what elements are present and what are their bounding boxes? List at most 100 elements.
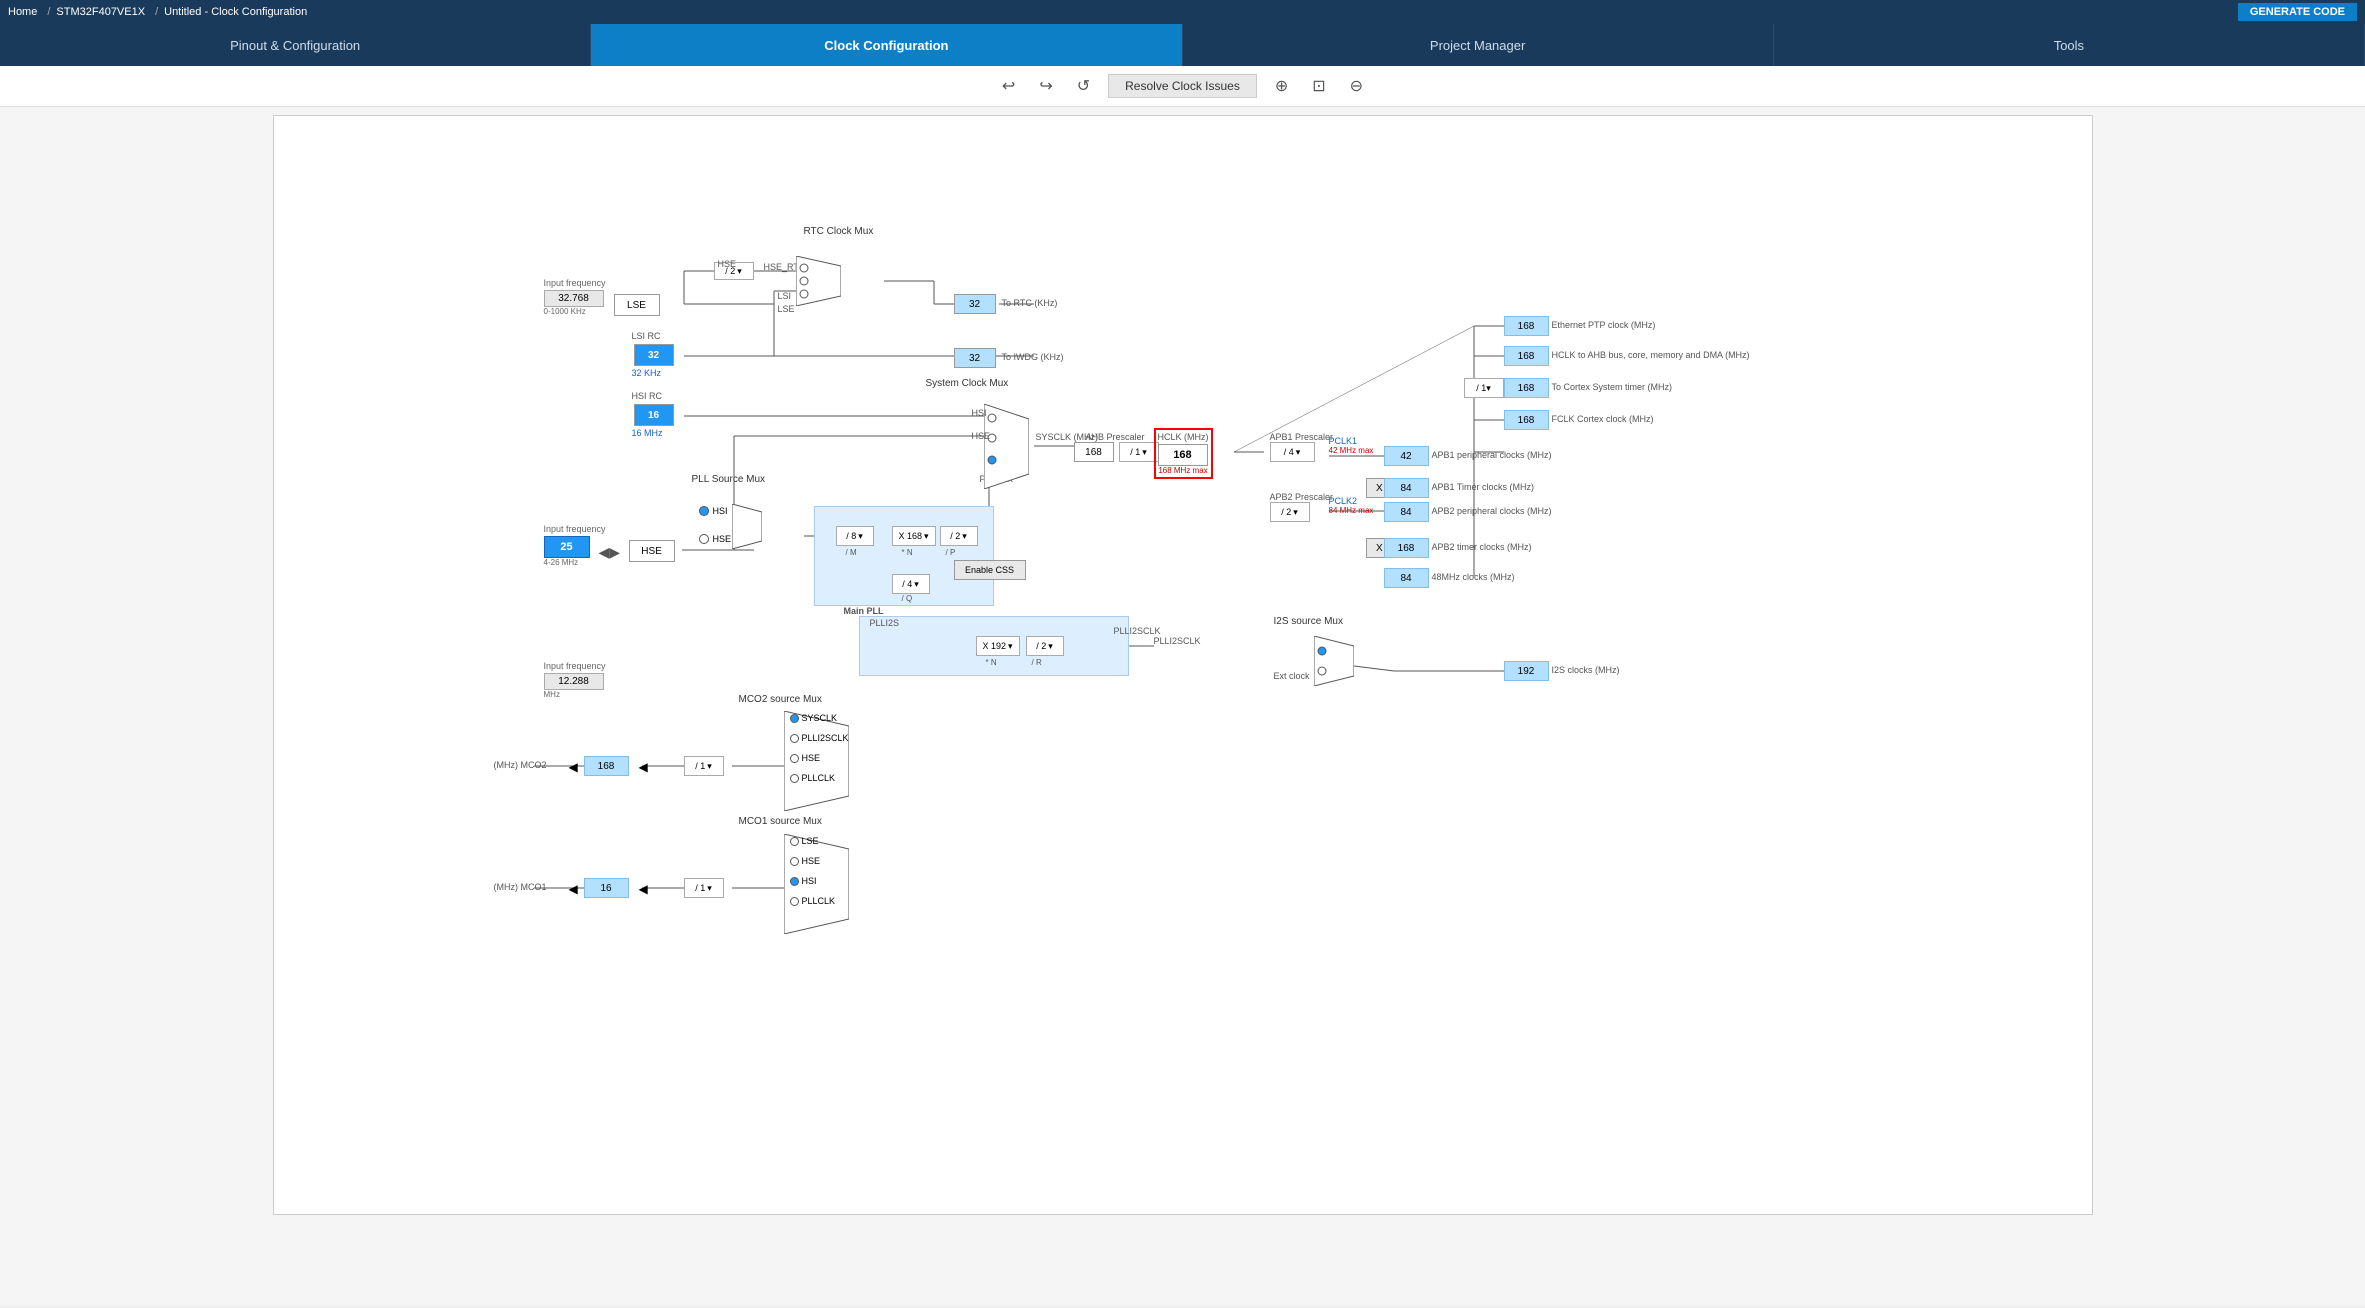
- undo-button[interactable]: ↩: [996, 74, 1021, 98]
- lse-box[interactable]: LSE: [614, 294, 660, 316]
- plli2s-n-select[interactable]: X 192▾: [976, 636, 1020, 656]
- mco2-out-val: 168: [584, 756, 629, 776]
- pll-n-select[interactable]: X 168▾: [892, 526, 936, 546]
- apb1-prescaler-label: APB1 Prescaler: [1270, 432, 1334, 442]
- apb1-out-val: 42: [1384, 446, 1429, 466]
- lse-input-freq-block: Input frequency 0-1000 KHz: [544, 278, 606, 316]
- mco2-plli2s-dot[interactable]: [790, 734, 799, 743]
- hse-freq-range: 4-26 MHz: [544, 558, 606, 567]
- pll-source-mux-label: PLL Source Mux: [692, 474, 766, 485]
- mco1-label: (MHz) MCO1: [494, 882, 547, 892]
- apb2-prescaler-select[interactable]: / 2▾: [1270, 502, 1310, 522]
- resolve-clock-button[interactable]: Resolve Clock Issues: [1108, 74, 1257, 98]
- ext-freq-input[interactable]: [544, 673, 604, 690]
- plli2s-label: PLLI2S: [870, 618, 900, 628]
- hsi-rc-unit: 16 MHz: [632, 428, 663, 438]
- nav-home[interactable]: Home: [8, 6, 37, 18]
- zoom-out-button[interactable]: ⊖: [1344, 74, 1369, 98]
- mco2-sysclk-dot[interactable]: [790, 714, 799, 723]
- hse-freq-value[interactable]: 25: [544, 536, 590, 558]
- mco1-hsi-dot[interactable]: [790, 877, 799, 886]
- pll-m-select[interactable]: / 8▾: [836, 526, 874, 546]
- hse-box[interactable]: HSE: [629, 540, 675, 562]
- pll-hsi-radio-dot[interactable]: [699, 506, 709, 516]
- mco2-div-select[interactable]: / 1▾: [684, 756, 724, 776]
- plli2sclk2-label: PLLI2SCLK: [1154, 636, 1201, 646]
- apb1-prescaler-select[interactable]: / 4▾: [1270, 442, 1315, 462]
- rtc-lsi-label-in: LSI: [778, 291, 792, 301]
- enable-css-btn[interactable]: Enable CSS: [954, 560, 1026, 580]
- to-iwdg-label: To IWDG (KHz): [1002, 352, 1064, 362]
- pclk1-max-label: 42 MHz max: [1329, 446, 1374, 455]
- apb1-timer-val: 84: [1384, 478, 1429, 498]
- sys-hse-label: HSE: [972, 431, 991, 441]
- ext-freq-label: Input frequency: [544, 661, 606, 671]
- pll-hse-radio-dot[interactable]: [699, 534, 709, 544]
- plli2s-r-select[interactable]: / 2▾: [1026, 636, 1064, 656]
- mco1-hse-radio[interactable]: HSE: [790, 856, 821, 866]
- mco2-pllclk-radio[interactable]: PLLCLK: [790, 773, 836, 783]
- hsi-rc-label: HSI RC: [632, 391, 663, 401]
- tab-bar: Pinout & Configuration Clock Configurati…: [0, 24, 2365, 66]
- mco1-pllclk-dot[interactable]: [790, 897, 799, 906]
- system-mux-shape: [984, 404, 1029, 492]
- pll-q-label: / Q: [902, 594, 913, 603]
- mco1-hse-dot[interactable]: [790, 857, 799, 866]
- mco1-lse-dot[interactable]: [790, 837, 799, 846]
- plli2sclk-label: PLLI2SCLK: [1114, 626, 1161, 636]
- plli2s-n-label: * N: [986, 658, 997, 667]
- hclk-label: HCLK (MHz): [1158, 432, 1209, 442]
- tab-pinout[interactable]: Pinout & Configuration: [0, 24, 591, 66]
- nav-file[interactable]: Untitled - Clock Configuration: [164, 6, 307, 18]
- redo-button[interactable]: ↪: [1033, 74, 1058, 98]
- top-nav: Home / STM32F407VE1X / Untitled - Clock …: [0, 0, 2365, 24]
- mco2-plli2s-radio[interactable]: PLLI2SCLK: [790, 733, 849, 743]
- hse-freq-label: Input frequency: [544, 524, 606, 534]
- apb1-periph-label: APB1 peripheral clocks (MHz): [1432, 450, 1552, 460]
- fclk-val: 168: [1504, 410, 1549, 430]
- rtc-mux: [796, 256, 841, 309]
- mco2-hse-radio[interactable]: HSE: [790, 753, 821, 763]
- hclk-input[interactable]: [1158, 444, 1208, 466]
- mco2-hse-dot[interactable]: [790, 754, 799, 763]
- sys-hsi-label: HSI: [972, 408, 987, 418]
- mco2-sysclk-radio[interactable]: SYSCLK: [790, 713, 838, 723]
- clock-diagram: RTC Clock Mux / 2▾ HSE_RTC 32 To RTC (KH…: [273, 115, 2093, 1215]
- sysclk-input[interactable]: [1074, 442, 1114, 462]
- pll-hsi-label: HSI: [713, 506, 728, 516]
- pll-mux-shape: [732, 504, 762, 552]
- plli2s-r-label: / R: [1032, 658, 1042, 667]
- apb2-timer-val: 168: [1384, 538, 1429, 558]
- fit-button[interactable]: ⊡: [1306, 74, 1331, 98]
- zoom-in-button[interactable]: ⊕: [1269, 74, 1294, 98]
- to-rtc-label: To RTC (KHz): [1002, 298, 1058, 308]
- tab-tools[interactable]: Tools: [1774, 24, 2365, 66]
- lse-freq-input[interactable]: [544, 290, 604, 307]
- generate-code-button[interactable]: GENERATE CODE: [2238, 3, 2357, 21]
- pll-hse-radio[interactable]: HSE: [699, 534, 732, 544]
- mco2-arrow: ◀: [569, 760, 578, 774]
- mco1-div-select[interactable]: / 1▾: [684, 878, 724, 898]
- tab-project[interactable]: Project Manager: [1183, 24, 1774, 66]
- cortex-div-select[interactable]: / 1▾: [1464, 378, 1504, 398]
- main-area[interactable]: RTC Clock Mux / 2▾ HSE_RTC 32 To RTC (KH…: [0, 107, 2365, 1305]
- rtc-mux-label: RTC Clock Mux: [804, 226, 874, 237]
- ext-clock-label: Ext clock: [1274, 671, 1310, 681]
- pll-n-label: * N: [902, 548, 913, 557]
- mco1-pllclk-radio[interactable]: PLLCLK: [790, 896, 836, 906]
- pll-q-select[interactable]: / 4▾: [892, 574, 930, 594]
- lsi-rc-label: LSI RC: [632, 331, 661, 341]
- tab-clock[interactable]: Clock Configuration: [591, 24, 1182, 66]
- nav-device[interactable]: STM32F407VE1X: [56, 6, 145, 18]
- ahb-prescaler-select[interactable]: / 1▾: [1119, 442, 1159, 462]
- reset-button[interactable]: ↺: [1071, 74, 1096, 98]
- mco2-pllclk-dot[interactable]: [790, 774, 799, 783]
- pll-hsi-radio[interactable]: HSI: [699, 506, 728, 516]
- apb2-prescaler-label: APB2 Prescaler: [1270, 492, 1334, 502]
- lse-freq-range: 0-1000 KHz: [544, 307, 606, 316]
- pll-p-select[interactable]: / 2▾: [940, 526, 978, 546]
- mco1-hsi-radio[interactable]: HSI: [790, 876, 817, 886]
- lsi-rc-box: 32: [634, 344, 674, 366]
- mco1-lse-radio[interactable]: LSE: [790, 836, 819, 846]
- mco1-arrow: ◀: [569, 882, 578, 896]
